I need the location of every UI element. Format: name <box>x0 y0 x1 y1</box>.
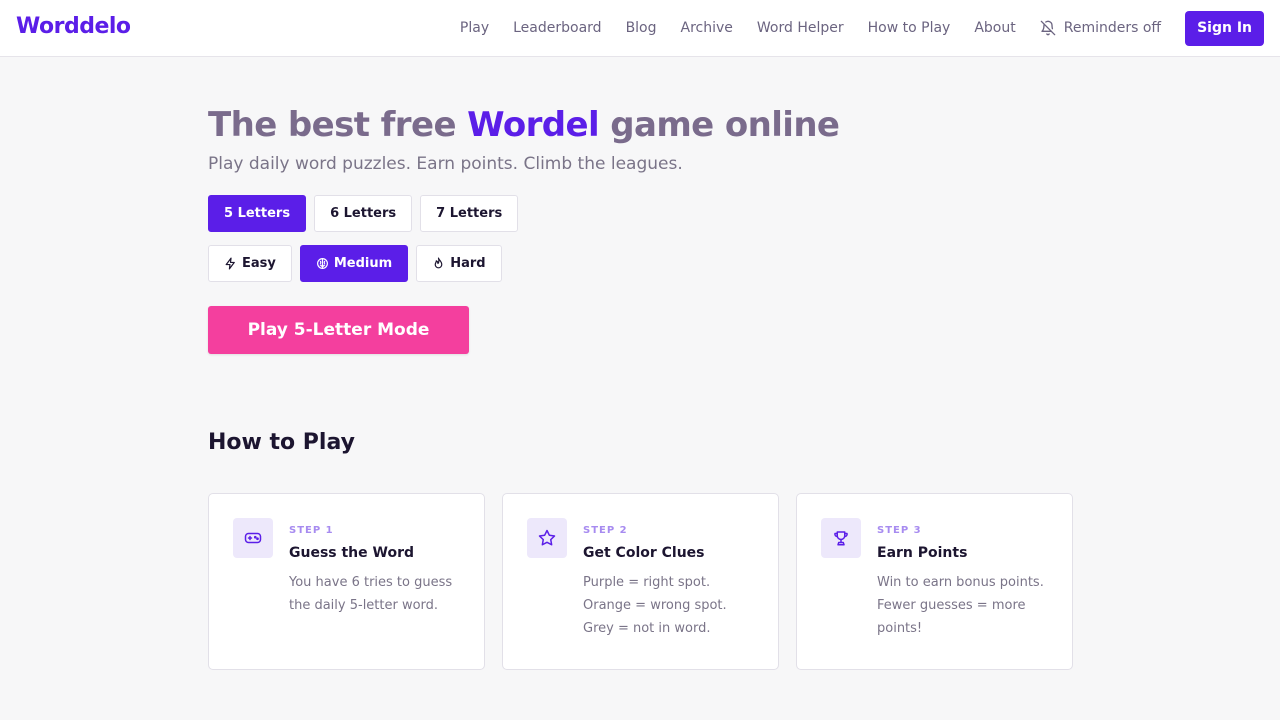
difficulty-easy-label: Easy <box>242 256 276 271</box>
hero-title-accent: Wordel <box>467 105 600 145</box>
difficulty-selector: Easy Medium Hard <box>208 245 1108 282</box>
length-option-6[interactable]: 6 Letters <box>314 195 413 232</box>
hero-title-prefix: The best free <box>208 105 468 145</box>
nav-link-blog[interactable]: Blog <box>626 20 657 36</box>
nav-links: Play Leaderboard Blog Archive Word Helpe… <box>436 0 1264 56</box>
step-card: STEP 2 Get Color Clues Purple = right sp… <box>502 493 779 670</box>
card-title: Get Color Clues <box>583 545 705 561</box>
step-label: STEP 3 <box>877 525 922 536</box>
card-text-line: Orange = wrong spot. <box>583 598 727 613</box>
nav-link-leaderboard[interactable]: Leaderboard <box>513 20 601 36</box>
difficulty-hard-button[interactable]: Hard <box>416 245 502 282</box>
card-text-line: Grey = not in word. <box>583 621 711 636</box>
nav-link-how-to-play[interactable]: How to Play <box>868 20 951 36</box>
card-icon-box <box>821 518 861 558</box>
play-button[interactable]: Play 5-Letter Mode <box>208 306 469 354</box>
how-to-play-heading: How to Play <box>208 430 355 455</box>
reminders-label: Reminders off <box>1063 20 1162 36</box>
card-text: You have 6 tries to guess the daily 5-le… <box>289 571 469 617</box>
word-length-selector: 5 Letters 6 Letters 7 Letters <box>208 195 1108 232</box>
card-text: Purple = right spot. Orange = wrong spot… <box>583 571 763 640</box>
sign-in-button[interactable]: Sign In <box>1185 10 1264 46</box>
card-title: Guess the Word <box>289 545 415 561</box>
lightning-icon <box>225 257 235 270</box>
bell-off-icon <box>1040 20 1056 36</box>
hero-section: The best free Wordel game online Play da… <box>208 100 1108 354</box>
gamepad-icon <box>244 532 262 544</box>
length-option-7[interactable]: 7 Letters <box>420 195 519 232</box>
nav-link-word-helper[interactable]: Word Helper <box>757 20 844 36</box>
length-option-5[interactable]: 5 Letters <box>208 195 307 232</box>
difficulty-medium-label: Medium <box>333 256 393 271</box>
card-text-line: Win to earn bonus points. <box>877 575 1044 590</box>
nav-link-play[interactable]: Play <box>460 20 489 36</box>
card-text-line: Purple = right spot. <box>583 575 711 590</box>
card-text-line: the daily 5-letter word. <box>289 598 439 613</box>
card-title: Earn Points <box>877 545 968 561</box>
card-text-line: points! <box>877 621 923 636</box>
top-navbar: Worddelo Play Leaderboard Blog Archive W… <box>0 0 1280 57</box>
card-icon-box <box>233 518 273 558</box>
card-text-line: You have 6 tries to guess <box>289 575 453 590</box>
difficulty-medium-button[interactable]: Medium <box>299 245 409 282</box>
hero-subtitle: Play daily word puzzles. Earn points. Cl… <box>208 154 683 174</box>
card-text: Win to earn bonus points. Fewer guesses … <box>877 571 1057 640</box>
step-card: STEP 1 Guess the Word You have 6 tries t… <box>208 493 485 670</box>
step-label: STEP 2 <box>583 525 628 536</box>
step-label: STEP 1 <box>289 525 334 536</box>
difficulty-easy-button[interactable]: Easy <box>208 245 292 282</box>
card-body: STEP 2 Get Color Clues Purple = right sp… <box>583 525 763 640</box>
trophy-icon <box>834 531 848 546</box>
card-body: STEP 1 Guess the Word You have 6 tries t… <box>289 525 469 617</box>
how-to-play-cards: STEP 1 Guess the Word You have 6 tries t… <box>208 493 1090 670</box>
card-text-line: Fewer guesses = more <box>877 598 1026 613</box>
step-card: STEP 3 Earn Points Win to earn bonus poi… <box>796 493 1073 670</box>
card-icon-box <box>527 518 567 558</box>
difficulty-hard-label: Hard <box>450 256 486 271</box>
card-body: STEP 3 Earn Points Win to earn bonus poi… <box>877 525 1057 640</box>
nav-link-archive[interactable]: Archive <box>681 20 733 36</box>
star-icon <box>538 529 556 546</box>
logo[interactable]: Worddelo <box>16 14 131 39</box>
hero-title-suffix: game online <box>599 105 840 145</box>
flame-icon <box>434 257 443 269</box>
reminders-toggle[interactable]: Reminders off <box>1040 20 1161 36</box>
brain-icon <box>316 258 328 269</box>
nav-link-about[interactable]: About <box>974 20 1015 36</box>
hero-title: The best free Wordel game online <box>208 100 1108 150</box>
